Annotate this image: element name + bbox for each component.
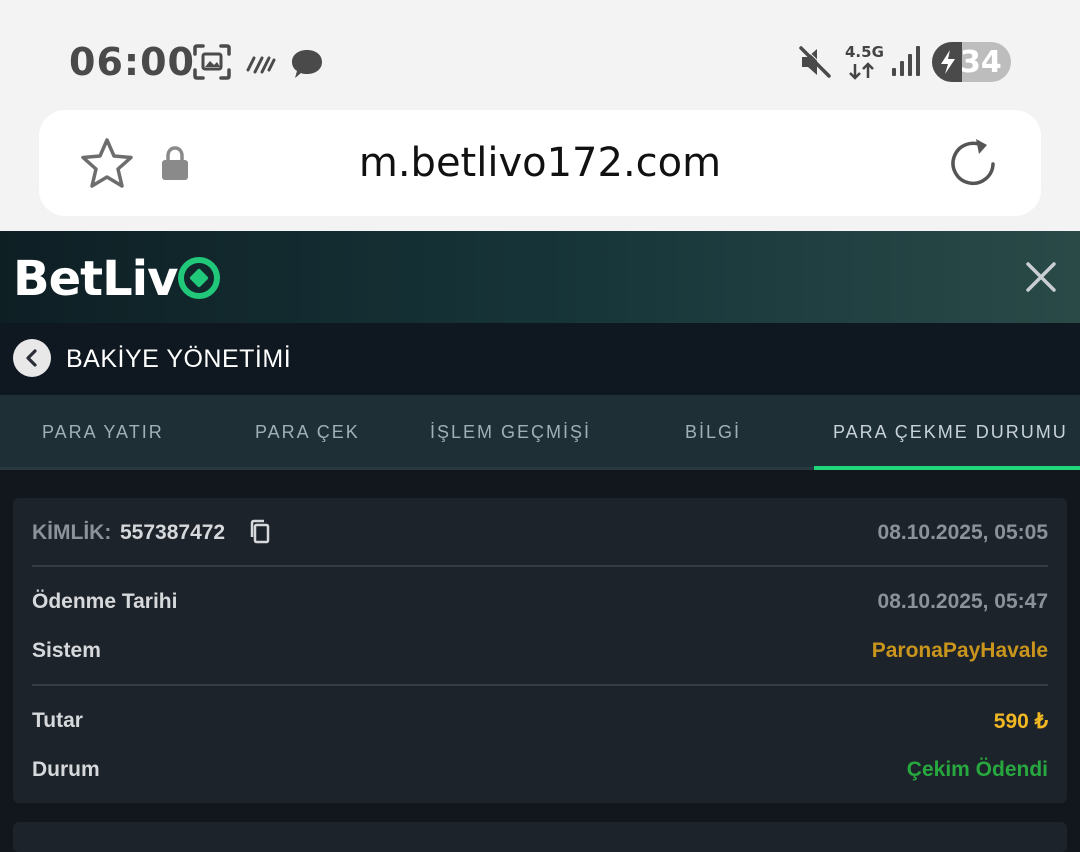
status-time: 06:00 <box>69 40 195 84</box>
system-label: Sistem <box>32 639 101 662</box>
address-bar[interactable]: m.betlivo172.com <box>39 110 1041 216</box>
browser-bar: m.betlivo172.com <box>0 110 1080 231</box>
url-text[interactable]: m.betlivo172.com <box>39 140 1041 186</box>
tab-para-yatir[interactable]: PARA YATIR <box>42 422 164 443</box>
mute-icon <box>799 45 832 78</box>
next-withdrawal-card <box>13 822 1067 852</box>
logo-o-icon <box>178 257 221 299</box>
chevron-left-icon <box>26 349 37 367</box>
signal-icon <box>892 46 920 76</box>
payment-date-label: Ödenme Tarihi <box>32 590 178 613</box>
rain-icon <box>246 56 276 74</box>
status-label: Durum <box>32 758 100 781</box>
close-icon[interactable] <box>1022 258 1060 296</box>
back-button[interactable] <box>13 339 51 377</box>
logo-text: BetLiv <box>13 251 178 307</box>
app-header: BetLiv <box>0 231 1080 323</box>
active-tab-indicator <box>814 466 1080 470</box>
status-bar: 06:00 4.5G 34 <box>0 0 1080 110</box>
screenshot-icon <box>193 44 231 80</box>
status-value: Çekim Ödendi <box>906 758 1048 781</box>
tab-para-cekme-durumu[interactable]: PARA ÇEKME DURUMU <box>833 422 1068 443</box>
payment-date-value: 08.10.2025, 05:47 <box>877 590 1048 613</box>
tab-para-cek[interactable]: PARA ÇEK <box>255 422 360 443</box>
network-type: 4.5G <box>845 43 884 61</box>
id-value: 557387472 <box>120 521 226 544</box>
amount-label: Tutar <box>32 709 83 732</box>
amount-value: 590 ₺ <box>993 710 1048 733</box>
system-value: ParonaPayHavale <box>871 639 1048 662</box>
battery-level: 34 <box>960 45 1002 80</box>
battery-charging-icon: 34 <box>932 42 1011 82</box>
copy-icon[interactable] <box>249 519 271 545</box>
divider <box>32 684 1048 686</box>
divider <box>32 565 1048 567</box>
message-icon <box>292 50 322 78</box>
betlivo-logo[interactable]: BetLiv <box>13 251 221 307</box>
id-label: KİMLİK: <box>32 521 112 544</box>
page-title: BAKİYE YÖNETİMİ <box>66 345 292 373</box>
tab-bar: PARA YATIR PARA ÇEK İŞLEM GEÇMİŞİ BİLGİ … <box>0 395 1080 470</box>
withdrawal-card: KİMLİK: 557387472 08.10.2025, 05:05 Öden… <box>13 498 1067 803</box>
section-header: BAKİYE YÖNETİMİ <box>0 323 1080 395</box>
tab-bilgi[interactable]: BİLGİ <box>685 422 741 443</box>
tab-islem-gecmisi[interactable]: İŞLEM GEÇMİŞİ <box>430 422 591 443</box>
created-date: 08.10.2025, 05:05 <box>877 521 1048 544</box>
reload-icon[interactable] <box>946 137 1000 191</box>
network-arrows-icon <box>849 62 874 80</box>
